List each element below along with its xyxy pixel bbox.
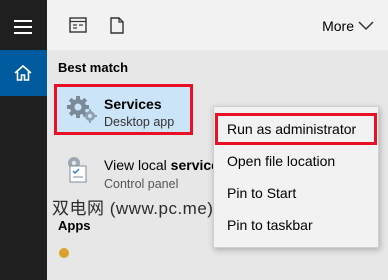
app-icon	[59, 248, 69, 258]
second-result-title: View local service	[104, 157, 219, 173]
menu-pin-to-taskbar[interactable]: Pin to taskbar	[215, 209, 377, 241]
chevron-down-icon	[358, 21, 374, 31]
home-button[interactable]	[0, 50, 47, 96]
menu-open-file-location[interactable]: Open file location	[215, 145, 377, 177]
home-icon	[14, 64, 32, 81]
document-icon[interactable]	[69, 17, 87, 33]
watermark: 双电网 (www.pc.me)	[52, 199, 214, 218]
menu-pin-to-start[interactable]: Pin to Start	[215, 177, 377, 209]
file-icon[interactable]	[110, 17, 124, 34]
more-button[interactable]: More	[322, 18, 374, 34]
best-match-label: Best match	[58, 60, 129, 75]
best-match-subtitle: Desktop app	[104, 115, 175, 129]
hamburger-menu-icon[interactable]	[14, 20, 32, 38]
left-rail	[0, 0, 47, 280]
second-result-subtitle: Control panel	[104, 177, 179, 191]
services-gear-icon	[67, 96, 97, 123]
more-label: More	[322, 18, 354, 34]
control-panel-icon	[68, 157, 87, 183]
best-match-result[interactable]: Services Desktop app	[54, 84, 193, 135]
best-match-title: Services	[104, 96, 162, 112]
search-topbar: More	[47, 0, 388, 50]
apps-label: Apps	[58, 218, 91, 233]
menu-run-as-administrator[interactable]: Run as administrator	[215, 113, 377, 145]
context-menu: Run as administrator Open file location …	[213, 106, 379, 248]
